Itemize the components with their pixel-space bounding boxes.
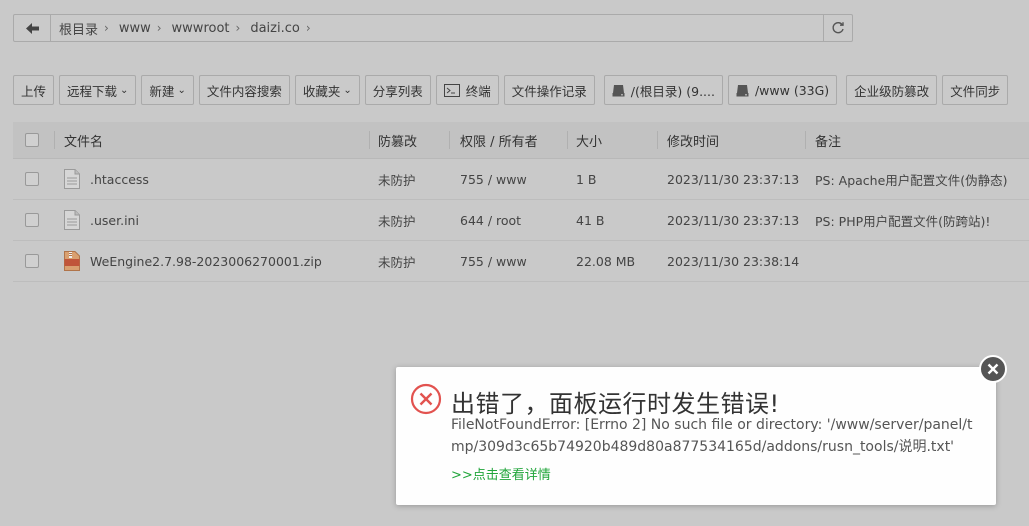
breadcrumb-item-root[interactable]: 根目录: [57, 19, 104, 38]
new-button[interactable]: 新建 ⌄: [141, 75, 194, 105]
select-all-checkbox[interactable]: [25, 133, 39, 147]
file-name-cell[interactable]: .user.ini: [55, 200, 370, 240]
file-sync-label: 文件同步: [950, 83, 1001, 99]
row-checkbox[interactable]: [25, 213, 39, 227]
breadcrumb-separator: ›: [235, 21, 241, 35]
select-all-cell: [13, 122, 55, 158]
tamper-status[interactable]: 未防护: [370, 200, 450, 240]
operation-log-label: 文件操作记录: [511, 83, 587, 99]
refresh-icon: [832, 22, 844, 34]
table-row[interactable]: .htaccess 未防护 755 / www 1 B 2023/11/30 2…: [13, 159, 1029, 200]
file-icon: [64, 169, 80, 189]
file-name[interactable]: .user.ini: [90, 213, 139, 228]
row-check-cell: [13, 159, 55, 199]
new-label: 新建: [149, 83, 175, 99]
modified-time: 2023/11/30 23:38:14: [667, 253, 800, 269]
row-checkbox[interactable]: [25, 172, 39, 186]
table-header: 文件名 防篡改 权限 / 所有者 大小 修改时间 备注: [13, 122, 1029, 159]
file-icon: [64, 210, 80, 230]
table-row[interactable]: .user.ini 未防护 644 / root 41 B 2023/11/30…: [13, 200, 1029, 241]
content-search-button[interactable]: 文件内容搜索: [198, 75, 290, 105]
terminal-icon: [443, 83, 460, 97]
breadcrumb-item-site[interactable]: daizi.co: [248, 21, 306, 36]
disk-icon: [736, 84, 749, 97]
header-tamper[interactable]: 防篡改: [370, 122, 450, 158]
enterprise-tamper-label: 企业级防篡改: [854, 83, 930, 99]
file-sync-button[interactable]: 文件同步: [942, 75, 1009, 105]
chevron-down-icon: ⌄: [120, 84, 129, 96]
permission[interactable]: 755 / www: [450, 159, 568, 199]
back-button[interactable]: [14, 15, 51, 41]
refresh-button[interactable]: [823, 15, 852, 41]
share-list-label: 分享列表: [372, 83, 423, 99]
remote-download-label: 远程下载: [67, 83, 118, 99]
arrow-left-icon: [25, 22, 39, 34]
share-list-button[interactable]: 分享列表: [364, 75, 431, 105]
breadcrumb-separator: ›: [305, 21, 311, 35]
file-name-cell[interactable]: WeEngine2.7.98-2023006270001.zip: [55, 241, 370, 281]
file-note: [806, 241, 1029, 281]
remote-download-button[interactable]: 远程下载 ⌄: [59, 75, 137, 105]
disk-root-button[interactable]: /(根目录) (9....: [603, 75, 723, 105]
breadcrumb-item-www[interactable]: www: [117, 21, 157, 36]
favorites-label: 收藏夹: [302, 83, 341, 99]
disk-www-label: /www (33G): [754, 82, 830, 98]
dialog-close-button[interactable]: [979, 355, 1007, 383]
disk-www-button[interactable]: /www (33G): [727, 75, 838, 105]
close-icon: [979, 355, 1007, 383]
error-icon: [410, 383, 442, 419]
chevron-down-icon: ⌄: [177, 84, 186, 96]
header-name[interactable]: 文件名: [55, 122, 370, 158]
content-search-label: 文件内容搜索: [206, 83, 282, 99]
path-bar: 根目录 › www › wwwroot › daizi.co ›: [13, 14, 853, 42]
header-perm[interactable]: 权限 / 所有者: [450, 122, 568, 158]
file-name[interactable]: .htaccess: [90, 172, 149, 187]
breadcrumb: 根目录 › www › wwwroot › daizi.co ›: [51, 19, 823, 38]
file-size: 22.08 MB: [576, 253, 636, 269]
file-note: PS: Apache用户配置文件(伪静态): [815, 172, 1008, 188]
file-name-cell[interactable]: .htaccess: [55, 159, 370, 199]
breadcrumb-separator: ›: [104, 21, 109, 35]
disk-root-label: /(根目录) (9....: [630, 83, 715, 99]
terminal-button[interactable]: 终端: [435, 75, 499, 105]
row-checkbox[interactable]: [25, 254, 39, 268]
breadcrumb-separator: ›: [156, 21, 162, 35]
toolbar: 上传 远程下载 ⌄ 新建 ⌄ 文件内容搜索 收藏夹 ⌄ 分享列表 终端 文件操作记录 …: [13, 75, 1013, 105]
disk-icon: [612, 84, 625, 97]
view-details-link[interactable]: >>点击查看详情: [451, 464, 551, 483]
zip-file-icon: [64, 251, 80, 271]
header-mtime[interactable]: 修改时间: [658, 122, 806, 158]
tamper-status[interactable]: 未防护: [370, 241, 450, 281]
file-table: 文件名 防篡改 权限 / 所有者 大小 修改时间 备注 .htaccess 未防…: [13, 122, 1029, 282]
modified-time: 2023/11/30 23:37:13: [667, 212, 800, 228]
favorites-button[interactable]: 收藏夹 ⌄: [294, 75, 360, 105]
breadcrumb-item-wwwroot[interactable]: wwwroot: [170, 21, 236, 36]
header-note: 备注: [815, 134, 842, 150]
permission[interactable]: 755 / www: [450, 241, 568, 281]
permission[interactable]: 644 / root: [450, 200, 568, 240]
tamper-status[interactable]: 未防护: [370, 159, 450, 199]
table-row[interactable]: WeEngine2.7.98-2023006270001.zip 未防护 755…: [13, 241, 1029, 282]
upload-label: 上传: [21, 83, 47, 99]
file-manager: 根目录 › www › wwwroot › daizi.co › 上传 远程下载…: [0, 0, 1029, 526]
file-size: 1 B: [576, 171, 597, 187]
header-size[interactable]: 大小: [568, 122, 658, 158]
terminal-label: 终端: [465, 83, 491, 99]
enterprise-tamper-button[interactable]: 企业级防篡改: [846, 75, 938, 105]
upload-button[interactable]: 上传: [13, 75, 55, 105]
modified-time: 2023/11/30 23:37:13: [667, 171, 800, 187]
dialog-message: FileNotFoundError: [Errno 2] No such fil…: [451, 417, 973, 455]
file-name[interactable]: WeEngine2.7.98-2023006270001.zip: [90, 254, 322, 269]
operation-log-button[interactable]: 文件操作记录: [503, 75, 595, 105]
error-dialog: 出错了，面板运行时发生错误! FileNotFoundError: [Errno…: [396, 367, 996, 505]
chevron-down-icon: ⌄: [343, 84, 352, 96]
file-note: PS: PHP用户配置文件(防跨站)!: [815, 213, 991, 229]
file-size: 41 B: [576, 212, 605, 228]
row-check-cell: [13, 200, 55, 240]
row-check-cell: [13, 241, 55, 281]
